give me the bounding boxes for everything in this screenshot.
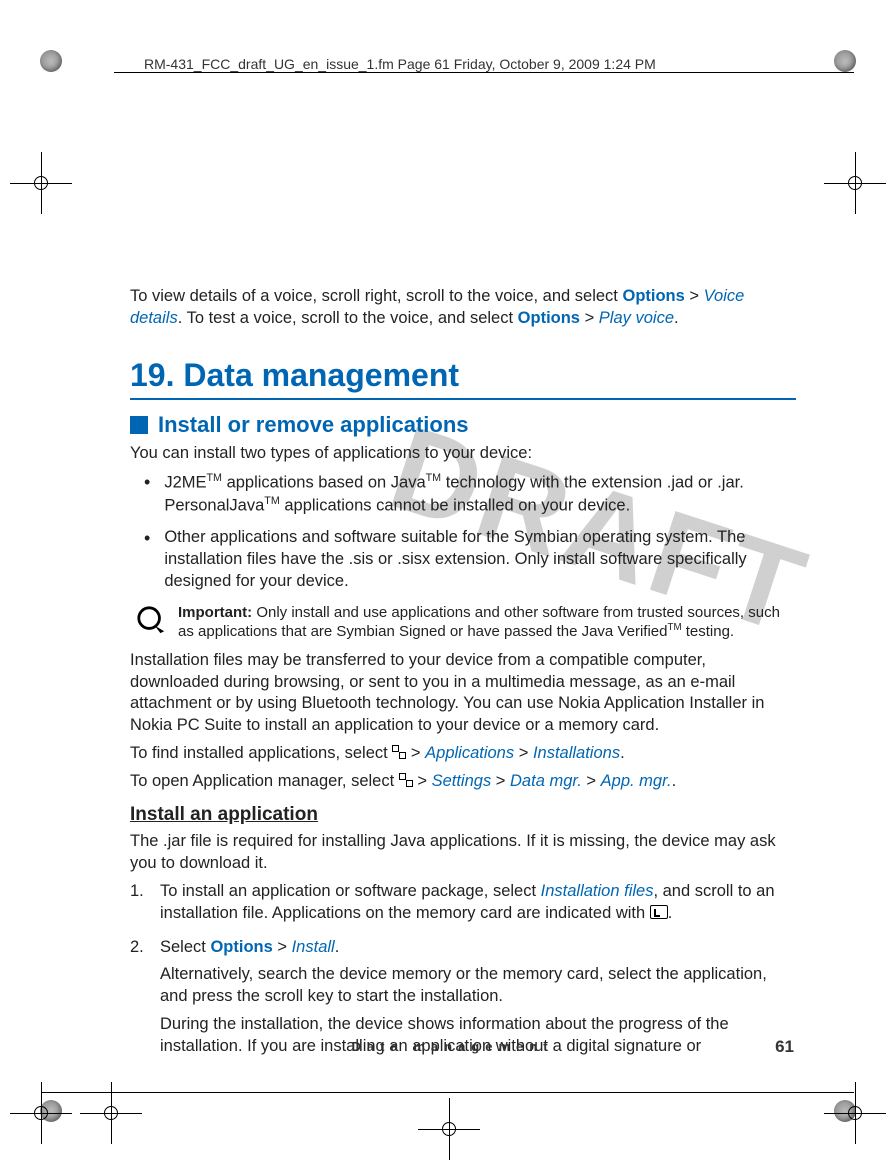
page-footer: Data management 61 bbox=[130, 1036, 796, 1058]
section-title: Install or remove applications bbox=[158, 410, 469, 439]
install-label: Install bbox=[292, 938, 335, 956]
settings-label: Settings bbox=[432, 772, 492, 790]
list-item: 1. To install an application or software… bbox=[130, 881, 796, 931]
page-content: DRAFT To view details of a voice, scroll… bbox=[130, 128, 796, 1058]
body-text: The .jar file is required for installing… bbox=[130, 831, 796, 875]
crop-header-text: RM-431_FCC_draft_UG_en_issue_1.fm Page 6… bbox=[144, 56, 656, 72]
intro-paragraph: To view details of a voice, scroll right… bbox=[130, 286, 796, 330]
options-label: Options bbox=[622, 287, 684, 305]
page-number: 61 bbox=[775, 1036, 794, 1058]
important-note: Important: Only install and use applicat… bbox=[130, 603, 796, 642]
menu-icon bbox=[399, 773, 413, 787]
data-mgr-label: Data mgr. bbox=[510, 772, 582, 790]
options-label: Options bbox=[518, 309, 580, 327]
important-icon bbox=[136, 605, 166, 635]
installation-files-label: Installation files bbox=[541, 882, 654, 900]
installations-label: Installations bbox=[533, 744, 620, 762]
body-text: Installation files may be transferred to… bbox=[130, 650, 796, 737]
footer-section-name: Data management bbox=[130, 1038, 775, 1055]
menu-icon bbox=[392, 745, 406, 759]
body-text: To open Application manager, select > Se… bbox=[130, 771, 796, 793]
bullet-list: J2METM applications based on JavaTM tech… bbox=[130, 471, 796, 593]
body-text: You can install two types of application… bbox=[130, 443, 796, 465]
section-bullet-icon bbox=[130, 416, 148, 434]
section-heading: Install or remove applications bbox=[130, 410, 796, 439]
memory-card-icon bbox=[650, 905, 668, 919]
list-item: J2METM applications based on JavaTM tech… bbox=[130, 471, 796, 518]
list-item: Other applications and software suitable… bbox=[130, 527, 796, 592]
options-label: Options bbox=[210, 938, 272, 956]
play-voice-label: Play voice bbox=[599, 309, 674, 327]
app-mgr-label: App. mgr. bbox=[601, 772, 672, 790]
applications-label: Applications bbox=[425, 744, 514, 762]
body-text: To find installed applications, select >… bbox=[130, 743, 796, 765]
chapter-title: 19. Data management bbox=[130, 354, 796, 396]
subsection-title: Install an application bbox=[130, 802, 796, 827]
